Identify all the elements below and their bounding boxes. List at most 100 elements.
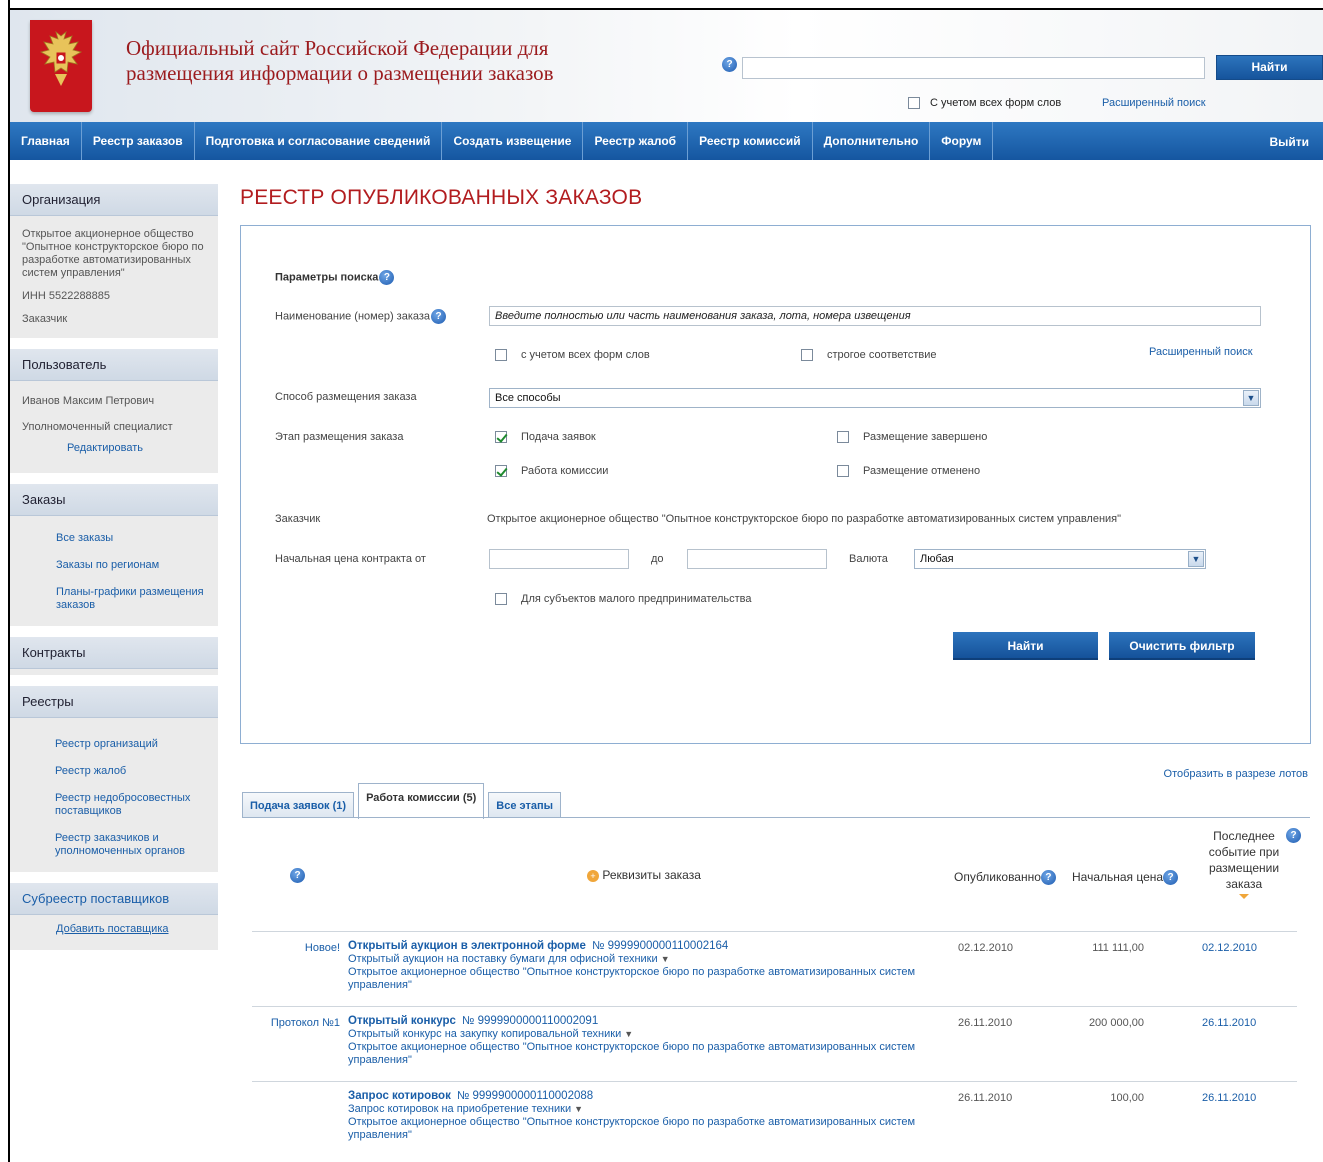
eagle-icon [39,30,83,86]
checkbox-checked-icon[interactable] [495,465,507,477]
sidebar-user-header: Пользователь [10,349,218,381]
row-published: 02.12.2010 [958,942,1014,954]
tab-commission[interactable]: Работа комиссии (5) [358,783,485,819]
sidebar-item-plans[interactable]: Планы-графики размещения заказов [22,586,206,612]
checkbox-icon[interactable] [837,465,849,477]
row-last-event-link[interactable]: 02.12.2010 [1202,942,1257,954]
stage-cancelled-option[interactable]: Размещение отменено [837,465,980,477]
checkbox-icon[interactable] [908,97,920,109]
top-search-input[interactable] [742,57,1205,79]
sidebar-item-customers-registry[interactable]: Реестр заказчиков и уполномоченных орган… [22,832,206,858]
main-nav: Главная Реестр заказов Подготовка и согл… [10,122,1323,160]
row-details: Открытый конкурс № 9999900000110002091 О… [348,1015,948,1067]
find-button[interactable]: Найти [953,632,1098,660]
lot-view-link[interactable]: Отобразить в разрезе лотов [1164,768,1308,780]
sidebar-suppliers-header[interactable]: Субреестр поставщиков [10,883,218,915]
currency-select[interactable]: Любая ▼ [914,549,1206,569]
tab-submit[interactable]: Подача заявок (1) [242,792,355,818]
nav-item-orders-registry[interactable]: Реестр заказов [82,122,195,160]
sidebar-item-orders-by-region[interactable]: Заказы по регионам [22,559,206,572]
tab-all-stages[interactable]: Все этапы [488,792,562,818]
sort-desc-icon[interactable] [1239,894,1249,899]
nav-item-forum[interactable]: Форум [930,122,994,160]
price-to-input[interactable] [687,549,827,569]
order-number-link[interactable]: № 9999900000110002091 [462,1015,598,1027]
col-published-header: Опубликованно? [954,870,1056,886]
stage-completed-option[interactable]: Размещение завершено [837,431,987,443]
order-name-label-wrap: Наименование (номер) заказа? [275,309,447,324]
checkbox-icon[interactable] [801,349,813,361]
row-price: 100,00 [1110,1092,1144,1104]
checkbox-icon[interactable] [495,593,507,605]
top-advanced-search-link[interactable]: Расширенный поиск [1102,97,1206,109]
help-icon[interactable]: ? [1163,870,1179,886]
order-subject-link[interactable]: Открытый конкурс на закупку копировально… [348,1028,621,1040]
order-subject-link[interactable]: Запрос котировок на приобретение техники [348,1103,571,1115]
chevron-down-icon[interactable]: ▼ [1243,390,1259,406]
advanced-search-link[interactable]: Расширенный поиск [1149,346,1253,358]
user-name: Иванов Максим Петрович [22,395,155,407]
order-type-link[interactable]: Запрос котировок [348,1090,451,1102]
sidebar-contracts-header[interactable]: Контракты [10,637,218,669]
customer-value: Открытое акционерное общество "Опытное к… [487,513,1122,525]
all-forms-option[interactable]: с учетом всех форм слов [495,349,650,361]
add-supplier-link[interactable]: Добавить поставщика [22,923,206,936]
order-type-link[interactable]: Открытый конкурс [348,1015,456,1027]
top-all-forms-option[interactable]: С учетом всех форм слов [908,97,1061,109]
table-row[interactable]: Запрос котировок № 9999900000110002088 З… [252,1081,1297,1161]
top-all-forms-label: С учетом всех форм слов [930,97,1062,109]
order-org-link[interactable]: Открытое акционерное общество "Опытное к… [348,1041,948,1067]
logout-button[interactable]: Выйти [1255,122,1323,160]
row-last-event-link[interactable]: 26.11.2010 [1202,1092,1256,1104]
nav-item-additional[interactable]: Дополнительно [813,122,931,160]
checkbox-checked-icon[interactable] [495,431,507,443]
stage-commission-option[interactable]: Работа комиссии [495,465,608,477]
order-org-link[interactable]: Открытое акционерное общество "Опытное к… [348,966,948,992]
chevron-down-icon[interactable]: ▼ [1188,551,1204,567]
order-subject-link[interactable]: Открытый аукцион на поставку бумаги для … [348,953,658,965]
order-type-link[interactable]: Открытый аукцион в электронной форме [348,940,586,952]
row-last-event-link[interactable]: 26.11.2010 [1202,1017,1256,1029]
col-last-label: Последнее событие при размещении заказа [1208,829,1280,891]
strict-match-option[interactable]: строгое соответствие [801,349,937,361]
nav-item-create-notice[interactable]: Создать извещение [442,122,584,160]
col-details-label: Реквизиты заказа [602,868,701,882]
help-icon[interactable]: ? [722,57,737,72]
help-icon[interactable]: ? [379,270,395,285]
checkbox-icon[interactable] [495,349,507,361]
price-from-label: Начальная цена контракта от [275,553,426,565]
row-status: Новое! [304,942,340,954]
sidebar-item-org-registry[interactable]: Реестр организаций [22,738,206,751]
order-number-link[interactable]: № 9999900000110002164 [592,940,728,952]
edit-profile-link[interactable]: Редактировать [22,442,206,455]
sidebar-item-complaints-registry[interactable]: Реестр жалоб [22,765,206,778]
order-number-link[interactable]: № 9999900000110002088 [457,1090,593,1102]
table-row[interactable]: Новое! Открытый аукцион в электронной фо… [252,931,1297,1006]
sidebar-item-unfair-suppliers[interactable]: Реестр недобросовестных поставщиков [22,792,206,818]
help-icon[interactable]: ? [1286,828,1301,843]
col-details-header: + Реквизиты заказа [587,868,701,882]
table-row[interactable]: Протокол №1 Открытый конкурс № 999990000… [252,1006,1297,1081]
nav-item-complaints[interactable]: Реестр жалоб [583,122,689,160]
nav-item-commissions[interactable]: Реестр комиссий [688,122,813,160]
order-org-link[interactable]: Открытое акционерное общество "Опытное к… [348,1116,948,1142]
help-icon[interactable]: ? [1040,870,1056,886]
help-icon[interactable]: ? [290,868,305,883]
order-name-input[interactable]: Введите полностью или часть наименования… [489,306,1261,326]
chevron-down-icon[interactable]: ▼ [661,954,670,964]
chevron-down-icon[interactable]: ▼ [574,1104,583,1114]
checkbox-icon[interactable] [837,431,849,443]
chevron-down-icon[interactable]: ▼ [624,1029,633,1039]
coat-of-arms-logo[interactable] [30,20,92,112]
top-find-button[interactable]: Найти [1216,55,1323,80]
help-icon[interactable]: ? [431,309,447,324]
clear-filter-button[interactable]: Очистить фильтр [1109,632,1255,660]
price-from-input[interactable] [489,549,629,569]
nav-item-preparation[interactable]: Подготовка и согласование сведений [195,122,443,160]
sidebar-item-all-orders[interactable]: Все заказы [22,532,206,545]
nav-item-home[interactable]: Главная [10,122,82,160]
sidebar-orders-header: Заказы [10,484,218,516]
method-select[interactable]: Все способы ▼ [489,388,1261,408]
small-business-option[interactable]: Для субъектов малого предпринимательства [495,593,752,605]
stage-submit-option[interactable]: Подача заявок [495,431,596,443]
